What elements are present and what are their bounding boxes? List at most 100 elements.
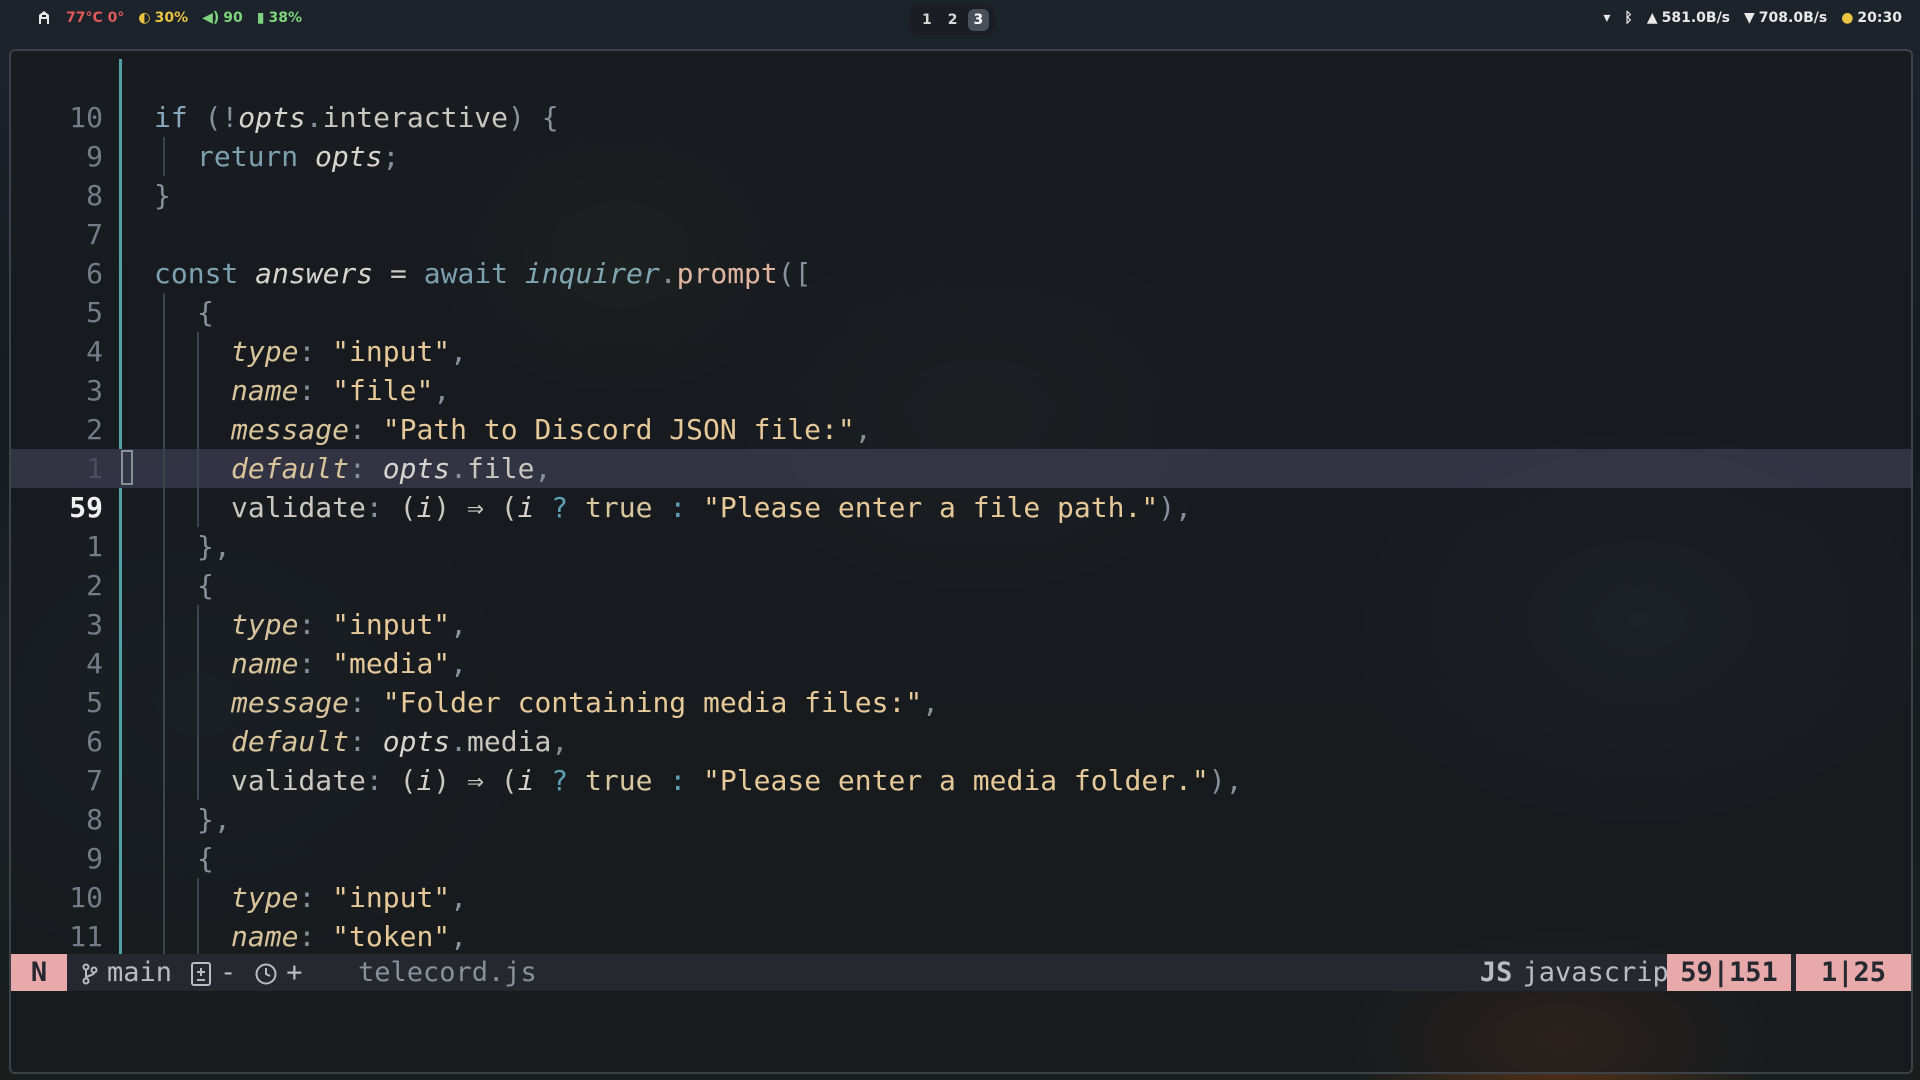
code-text: {: [197, 839, 214, 878]
punctuation: .: [450, 725, 468, 758]
history-icon: [254, 954, 278, 991]
battery-icon: ▮: [256, 10, 265, 26]
punctuation: :: [349, 725, 383, 758]
bluetooth-icon[interactable]: ᛒ: [1624, 10, 1632, 26]
file-name[interactable]: telecord.js: [358, 954, 537, 991]
punctuation: :: [298, 647, 333, 680]
code-line[interactable]: 1 message: "Path to Discord JSON file:",: [11, 410, 1911, 485]
punctuation: ,: [450, 647, 468, 680]
code-line[interactable]: 6 message: "Folder containing media file…: [11, 683, 1911, 758]
code-text: message: "Folder containing media files:…: [231, 683, 939, 722]
wifi-icon[interactable]: ▾: [1603, 10, 1610, 26]
punctuation: },: [197, 803, 231, 836]
string: "input": [332, 881, 451, 914]
punctuation: ,: [450, 335, 468, 368]
code-text: message: "Path to Discord JSON file:",: [231, 410, 872, 449]
volume-icon: ◀): [202, 10, 220, 26]
gutter-marker: [119, 176, 122, 215]
code-text: return opts;: [197, 137, 399, 176]
code-line[interactable]: 11 type: "input",: [11, 878, 1911, 953]
clock: ● 20:30: [1841, 10, 1902, 26]
property: file: [467, 452, 535, 485]
indent-guide: [197, 761, 199, 800]
code-area[interactable]: 10 9 if (!opts.interactive) { 8 return o…: [11, 59, 1911, 992]
clock-value: 20:30: [1857, 10, 1902, 26]
code-line[interactable]: 1 validate: (i) ⇒ (i ? true : "Please en…: [11, 488, 1911, 563]
editor-window[interactable]: 10 9 if (!opts.interactive) { 8 return o…: [9, 49, 1913, 1074]
code-line[interactable]: 4 {: [11, 293, 1911, 368]
code-line[interactable]: 10 {: [11, 839, 1911, 914]
workspace-2[interactable]: 2: [942, 9, 964, 31]
identifier: opts: [315, 140, 383, 173]
code-line[interactable]: 10: [11, 59, 1911, 134]
code-text: validate: (i) ⇒ (i ? true : "Please ente…: [231, 488, 1192, 527]
code-line[interactable]: 7 default: opts.media,: [11, 722, 1911, 797]
code-text: },: [197, 800, 231, 839]
object-key: validate: [231, 491, 366, 524]
identifier: inquirer: [524, 257, 660, 290]
status-left: 77°C 0° ◐ 30% ◀) 90 ▮ 38%: [36, 10, 302, 26]
branch-name: main: [107, 957, 173, 988]
code-line[interactable]: 8 return opts;: [11, 137, 1911, 212]
code-line[interactable]: 2 name: "file",: [11, 371, 1911, 446]
git-branch-icon: [81, 954, 99, 991]
code-line[interactable]: 9 },: [11, 800, 1911, 875]
punctuation: ([: [777, 257, 812, 290]
punctuation: ),: [1208, 764, 1243, 797]
code-line[interactable]: 3 type: "input",: [11, 332, 1911, 407]
diff-minus: -: [220, 957, 237, 988]
workspace-3[interactable]: 3: [967, 9, 990, 31]
user-icon[interactable]: [36, 10, 52, 26]
code-line[interactable]: 2 },: [11, 527, 1911, 602]
code-text: },: [197, 527, 231, 566]
object-key: type: [231, 881, 299, 914]
indent-guide: [197, 605, 199, 644]
code-line[interactable]: 5 name: "media",: [11, 644, 1911, 719]
parameter: i: [416, 491, 434, 524]
punctuation: :: [349, 686, 383, 719]
code-line[interactable]: 6: [11, 215, 1911, 290]
punctuation: {: [197, 842, 214, 875]
code-line[interactable]: 12 name: "token",: [11, 917, 1911, 992]
cursor-position: 59|151: [1667, 954, 1791, 991]
indent-guide: [163, 722, 165, 761]
punctuation: .: [659, 257, 677, 290]
gutter-marker: [119, 410, 122, 449]
indent-guide: [163, 566, 165, 605]
string: "Please enter a media folder.": [703, 764, 1209, 797]
punctuation: ;: [382, 140, 400, 173]
file-type: JS javascript: [1480, 954, 1685, 991]
upload-icon: ▲: [1646, 10, 1658, 26]
string: "Folder containing media files:": [382, 686, 923, 719]
gutter-marker: [119, 488, 122, 527]
code-line[interactable]: 4 type: "input",: [11, 605, 1911, 680]
code-line[interactable]: 9 if (!opts.interactive) {: [11, 98, 1911, 173]
code-text: name: "media",: [231, 644, 467, 683]
string: "token": [332, 920, 451, 953]
code-line[interactable]: 5 const answers = await inquirer.prompt(…: [11, 254, 1911, 329]
gutter-marker: [119, 137, 122, 176]
punctuation: :: [298, 920, 333, 953]
object-key: message: [231, 686, 350, 719]
clock-icon: ●: [1841, 10, 1854, 26]
code-text: type: "input",: [231, 605, 467, 644]
gutter-marker: [119, 293, 122, 332]
punctuation: {: [197, 296, 214, 329]
current-line[interactable]: 59 default: opts.file,: [11, 449, 1911, 524]
code-line[interactable]: 8 validate: (i) ⇒ (i ? true : "Please en…: [11, 761, 1911, 836]
volume-indicator[interactable]: ◀) 90: [202, 10, 243, 26]
workspace-1[interactable]: 1: [916, 9, 938, 31]
indent-guide: [197, 488, 199, 527]
gutter-marker: [119, 683, 122, 722]
punctuation: }: [154, 179, 171, 212]
punctuation: .: [450, 452, 468, 485]
indent-guide: [163, 488, 165, 527]
gutter-marker: [119, 371, 122, 410]
code-line[interactable]: 3 {: [11, 566, 1911, 641]
code-text: const answers = await inquirer.prompt([: [154, 254, 812, 293]
indent-guide: [163, 137, 165, 176]
temperature-value: 77°C 0°: [66, 10, 125, 26]
code-text: name: "token",: [231, 917, 467, 956]
code-line[interactable]: 7 }: [11, 176, 1911, 251]
indent-guide: [197, 332, 199, 371]
